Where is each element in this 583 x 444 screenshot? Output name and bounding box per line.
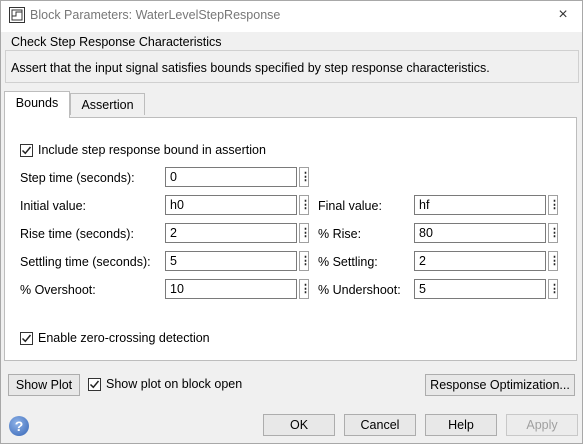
step-time-label: Step time (seconds):: [20, 171, 135, 185]
final-value-label: Final value:: [318, 199, 382, 213]
show-on-open-checkbox[interactable]: [88, 378, 101, 391]
settling-time-menu-button[interactable]: ⋮: [299, 251, 311, 271]
tab-assertion[interactable]: Assertion: [70, 93, 145, 115]
checkmark-icon: [89, 380, 100, 389]
percent-overshoot-menu-button[interactable]: ⋮: [299, 279, 311, 299]
apply-button[interactable]: Apply: [506, 414, 578, 436]
percent-rise-menu-button[interactable]: ⋮: [548, 223, 560, 243]
help-icon[interactable]: ?: [9, 416, 29, 436]
include-bound-checkbox[interactable]: [20, 144, 33, 157]
percent-rise-input[interactable]: 80: [414, 223, 546, 243]
response-optimization-button[interactable]: Response Optimization...: [425, 374, 575, 396]
percent-overshoot-label: % Overshoot:: [20, 283, 96, 297]
zero-crossing-checkbox[interactable]: [20, 332, 33, 345]
rise-time-input[interactable]: 2: [165, 223, 297, 243]
percent-settling-label: % Settling:: [318, 255, 378, 269]
settling-time-input[interactable]: 5: [165, 251, 297, 271]
final-value-input[interactable]: hf: [414, 195, 546, 215]
percent-overshoot-input[interactable]: 10: [165, 279, 297, 299]
help-button[interactable]: Help: [425, 414, 497, 436]
initial-value-input[interactable]: h0: [165, 195, 297, 215]
percent-undershoot-input[interactable]: 5: [414, 279, 546, 299]
include-bound-label: Include step response bound in assertion: [38, 143, 266, 157]
percent-undershoot-label: % Undershoot:: [318, 283, 401, 297]
step-time-menu-button[interactable]: ⋮: [299, 167, 311, 187]
step-time-input[interactable]: 0: [165, 167, 297, 187]
tab-bounds[interactable]: Bounds: [4, 91, 70, 118]
initial-value-label: Initial value:: [20, 199, 87, 213]
show-on-open-label: Show plot on block open: [106, 377, 243, 391]
checkmark-icon: [21, 146, 32, 155]
settling-time-label: Settling time (seconds):: [20, 255, 151, 269]
final-value-menu-button[interactable]: ⋮: [548, 195, 560, 215]
zero-crossing-label: Enable zero-crossing detection: [38, 331, 210, 345]
show-plot-button[interactable]: Show Plot: [8, 374, 80, 396]
description-text: Assert that the input signal satisfies b…: [11, 61, 490, 75]
percent-undershoot-menu-button[interactable]: ⋮: [548, 279, 560, 299]
window-title: Block Parameters: WaterLevelStepResponse: [30, 8, 281, 22]
rise-time-menu-button[interactable]: ⋮: [299, 223, 311, 243]
percent-settling-input[interactable]: 2: [414, 251, 546, 271]
ok-button[interactable]: OK: [263, 414, 335, 436]
cancel-button[interactable]: Cancel: [344, 414, 416, 436]
percent-settling-menu-button[interactable]: ⋮: [548, 251, 560, 271]
close-icon[interactable]: ×: [551, 4, 575, 26]
checkmark-icon: [21, 334, 32, 343]
description-group-title: Check Step Response Characteristics: [11, 35, 226, 49]
simulink-block-icon: [9, 7, 25, 23]
percent-rise-label: % Rise:: [318, 227, 362, 241]
initial-value-menu-button[interactable]: ⋮: [299, 195, 311, 215]
rise-time-label: Rise time (seconds):: [20, 227, 134, 241]
